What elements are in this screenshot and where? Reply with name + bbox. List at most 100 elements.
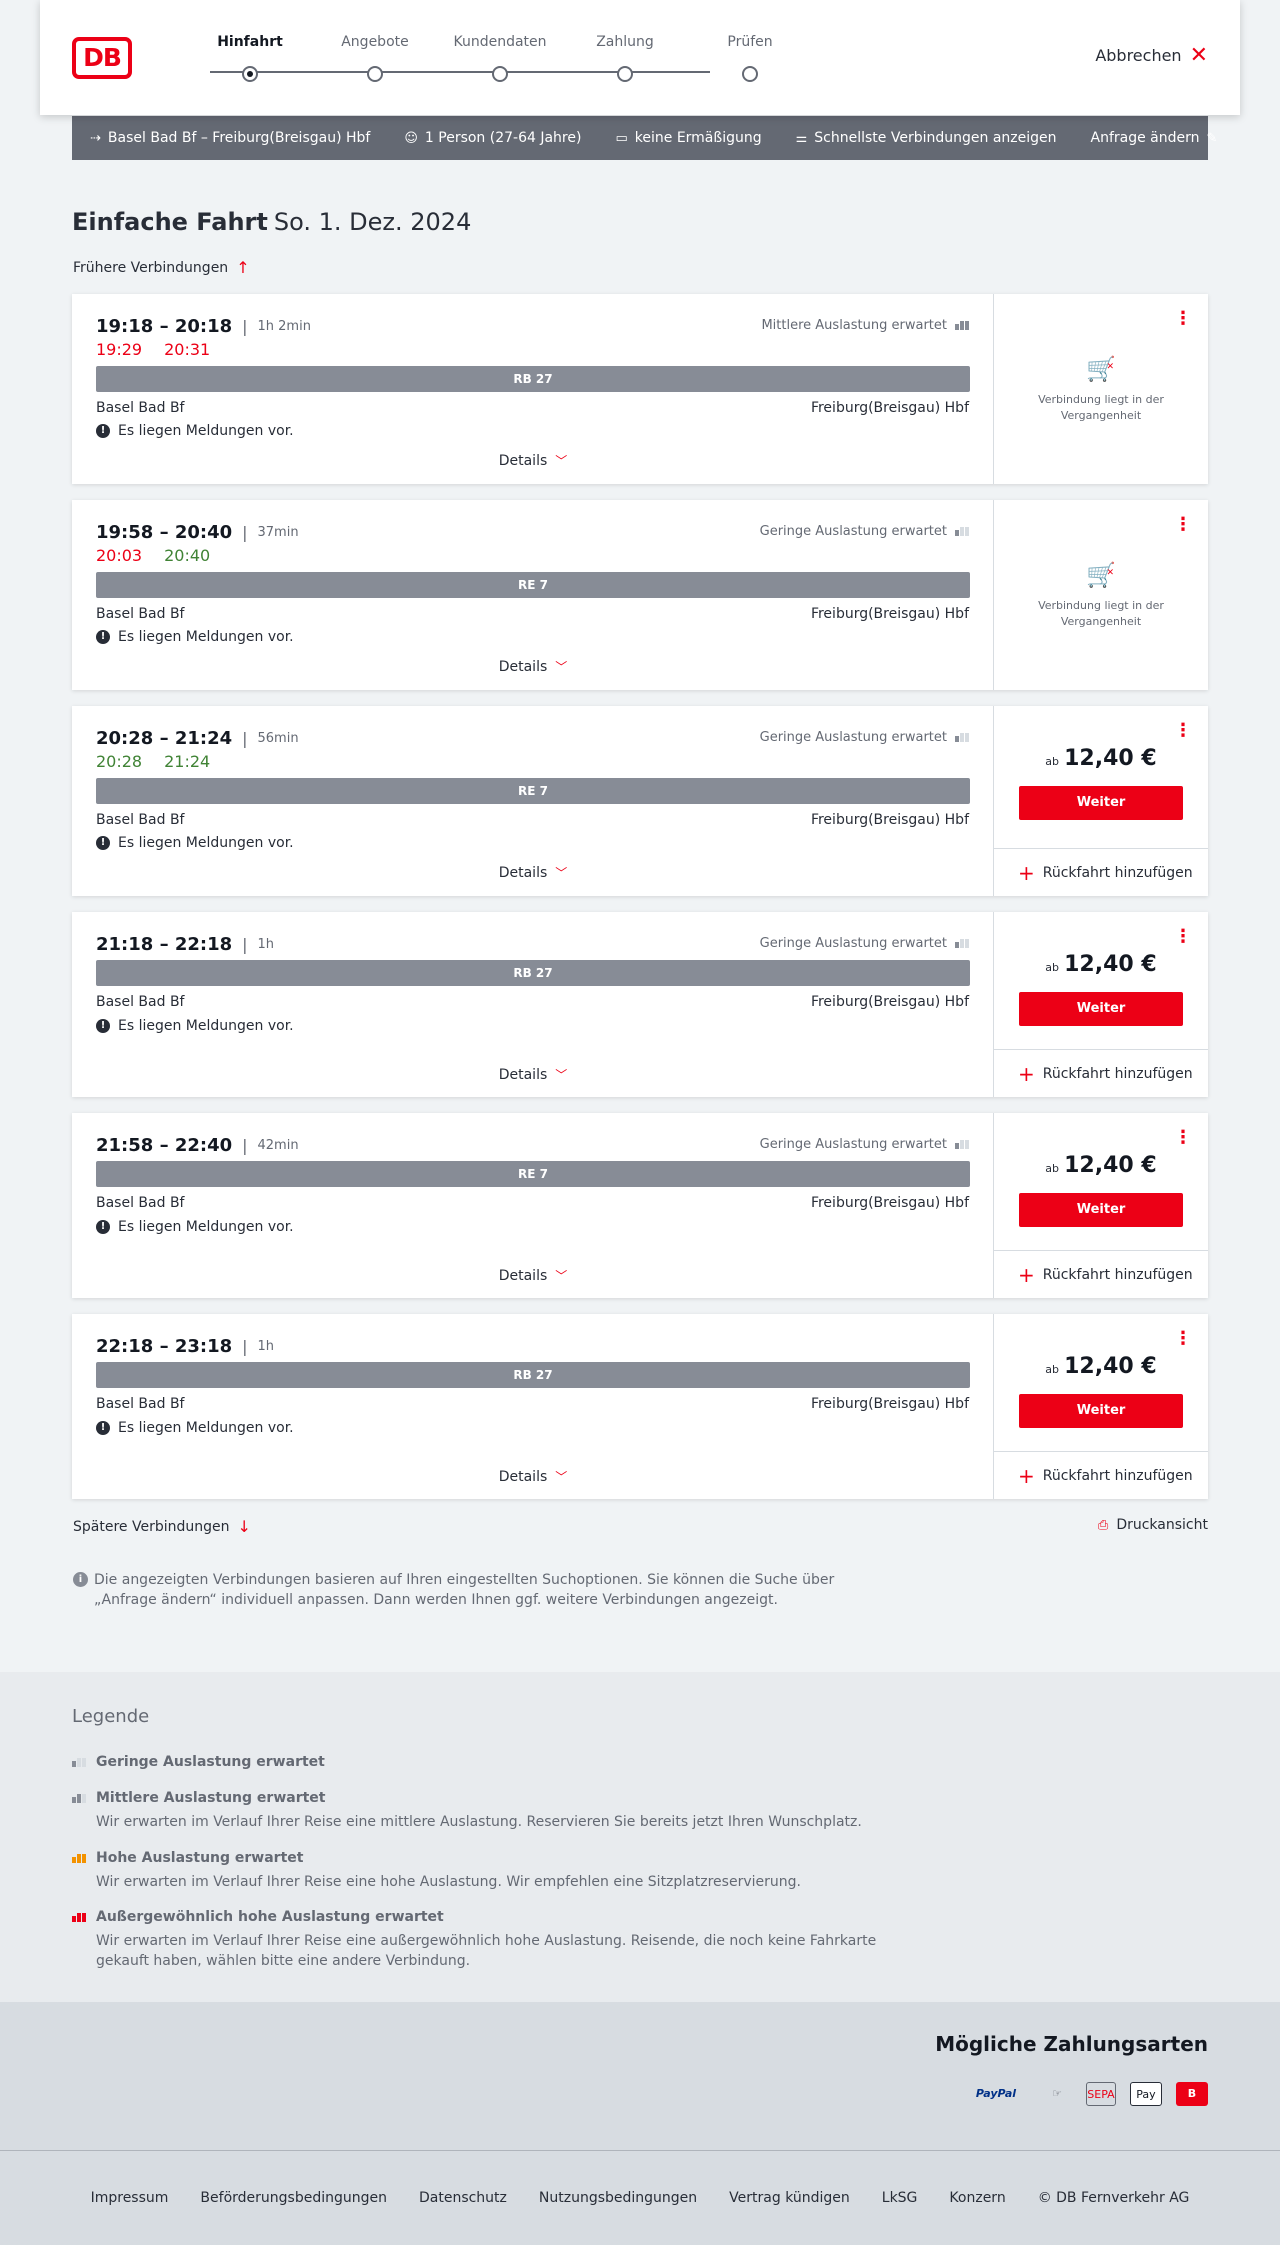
duration: 56min [257, 731, 299, 746]
message-notice: ! Es liegen Meldungen vor. [96, 1018, 294, 1034]
alert-icon: ! [96, 1421, 110, 1435]
footer-link-impressum[interactable]: Impressum [91, 2190, 169, 2206]
footer-link-vertrag-kuendigen[interactable]: Vertrag kündigen [729, 2190, 850, 2206]
load-indicator: Geringe Auslastung erwartet [760, 936, 969, 951]
connection-card: 19:58 – 20:40 | 37min 20:03 20:40 Geringe A… [72, 500, 1208, 690]
details-toggle[interactable]: Details ﹀ [72, 452, 994, 469]
page-title: Einfache Fahrt So. 1. Dez. 2024 [72, 208, 472, 236]
earlier-connections-link[interactable]: Frühere Verbindungen ↑ [73, 258, 250, 277]
step-angebote: Angebote [305, 34, 445, 82]
db-logo[interactable]: DB [72, 37, 132, 79]
footer-link-datenschutz[interactable]: Datenschutz [419, 2190, 507, 2206]
continue-button[interactable]: Weiter [1019, 786, 1183, 820]
step-dot-icon [617, 66, 633, 82]
details-toggle[interactable]: Details ﹀ [72, 864, 994, 881]
add-return-button[interactable]: + Rückfahrt hinzufügen [994, 1250, 1208, 1298]
details-toggle[interactable]: Details ﹀ [72, 658, 994, 675]
time-range: 19:58 – 20:40 [96, 522, 233, 543]
add-return-button[interactable]: + Rückfahrt hinzufügen [994, 1049, 1208, 1097]
more-options-icon[interactable]: ⋮ [1174, 1330, 1192, 1348]
footer-link-lksg[interactable]: LkSG [882, 2190, 918, 2206]
departure-station: Basel Bad Bf [96, 994, 185, 1010]
arrow-right-icon: ⇢ [90, 130, 101, 146]
add-return-button[interactable]: + Rückfahrt hinzufügen [994, 848, 1208, 896]
discount-summary[interactable]: ▭ keine Ermäßigung [615, 130, 761, 146]
arrow-up-icon: ↑ [236, 258, 250, 277]
travel-date: So. 1. Dez. 2024 [273, 208, 472, 236]
duration: 1h 2min [257, 319, 311, 334]
fastest-toggle[interactable]: ⚌ Schnellste Verbindungen anzeigen [796, 130, 1057, 146]
passenger-summary[interactable]: ☺ 1 Person (27-64 Jahre) [404, 130, 581, 146]
arrival-station: Freiburg(Breisgau) Hbf [810, 400, 969, 416]
arrival-station: Freiburg(Breisgau) Hbf [810, 1396, 969, 1412]
details-toggle[interactable]: Details ﹀ [72, 1468, 994, 1485]
departure-station: Basel Bad Bf [96, 400, 185, 416]
more-options-icon[interactable]: ⋮ [1174, 516, 1192, 534]
details-toggle[interactable]: Details ﹀ [72, 1066, 994, 1083]
footer-link-konzern[interactable]: Konzern [949, 2190, 1005, 2206]
footer-link-befoerderungsbedingungen[interactable]: Beförderungsbedingungen [200, 2190, 387, 2206]
alert-icon: ! [96, 836, 110, 850]
load-indicator: Geringe Auslastung erwartet [760, 730, 969, 745]
alert-icon: ! [96, 1019, 110, 1033]
search-summary-bar: ⇢ Basel Bad Bf – Freiburg(Breisgau) Hbf ☺… [72, 116, 1217, 160]
time-range: 21:58 – 22:40 [96, 1135, 233, 1156]
chevron-down-icon: ﹀ [555, 866, 568, 880]
more-options-icon[interactable]: ⋮ [1174, 722, 1192, 740]
chevron-down-icon: ﹀ [555, 1068, 568, 1082]
footer-link-nutzungsbedingungen[interactable]: Nutzungsbedingungen [539, 2190, 697, 2206]
later-connections-link[interactable]: Spätere Verbindungen ↓ [73, 1517, 251, 1536]
load-indicator: Geringe Auslastung erwartet [760, 1137, 969, 1152]
train-bar[interactable]: RE 7 [96, 572, 970, 598]
route-summary[interactable]: ⇢ Basel Bad Bf – Freiburg(Breisgau) Hbf [90, 130, 370, 146]
train-bar[interactable]: RB 27 [96, 366, 970, 392]
details-toggle[interactable]: Details ﹀ [72, 1267, 994, 1284]
time-range: 22:18 – 23:18 [96, 1336, 233, 1357]
legend-title: Legende [72, 1706, 150, 1727]
time-range: 21:18 – 22:18 [96, 934, 233, 955]
sliders-icon: ⚌ [795, 130, 808, 146]
step-hinfahrt[interactable]: Hinfahrt [180, 34, 320, 82]
edit-request-button[interactable]: Anfrage ändern ✎ [1091, 130, 1218, 146]
more-options-icon[interactable]: ⋮ [1174, 310, 1192, 328]
step-dot-icon [742, 66, 758, 82]
train-bar[interactable]: RE 7 [96, 778, 970, 804]
medium-load-icon [955, 321, 969, 330]
plus-icon: + [1018, 1463, 1035, 1488]
price: ab 12,40 € [1045, 746, 1157, 771]
legend-item: Hohe Auslastung erwartet Wir erwarten im… [72, 1850, 892, 1892]
duration: 1h [257, 1339, 275, 1354]
payment-title: Mögliche Zahlungsarten [935, 2032, 1208, 2056]
connection-card: 21:18 – 22:18 | 1h Geringe Auslastung erwa… [72, 912, 1208, 1097]
departure-station: Basel Bad Bf [96, 812, 185, 828]
apple-pay-icon: Pay [1130, 2082, 1162, 2106]
train-bar[interactable]: RB 27 [96, 1362, 970, 1388]
chevron-down-icon: ﹀ [555, 660, 568, 674]
low-load-icon [72, 1757, 90, 1767]
legend-item: Geringe Auslastung erwartet [72, 1754, 325, 1770]
realtime-times: 20:03 20:40 [96, 546, 211, 565]
print-view-link[interactable]: ⎙ Druckansicht [1098, 1517, 1208, 1533]
past-connection-notice: 🛒Verbindung liegt in der Vergangenheit [994, 560, 1208, 630]
connection-card: 21:58 – 22:40 | 42min Geringe Auslastung e… [72, 1113, 1208, 1298]
continue-button[interactable]: Weiter [1019, 992, 1183, 1026]
legend-item: Außergewöhnlich hohe Auslastung erwartet… [72, 1909, 892, 1971]
step-dot-icon [242, 66, 258, 82]
legend-section: Legende Geringe Auslastung erwartet Mitt… [0, 1672, 1280, 2002]
bahncard-icon: B [1176, 2082, 1208, 2106]
step-dot-icon [492, 66, 508, 82]
cancel-button[interactable]: Abbrechen ✕ [1095, 44, 1208, 66]
paypal-icon: PayPal [975, 2087, 1017, 2100]
cart-unavailable-icon: 🛒 [1086, 560, 1116, 588]
progress-header: DB Hinfahrt Angebote Kundendaten Zahlung… [40, 0, 1240, 115]
load-indicator: Mittlere Auslastung erwartet [761, 318, 969, 333]
more-options-icon[interactable]: ⋮ [1174, 928, 1192, 946]
train-bar[interactable]: RE 7 [96, 1161, 970, 1187]
plus-icon: + [1018, 1061, 1035, 1086]
continue-button[interactable]: Weiter [1019, 1394, 1183, 1428]
train-bar[interactable]: RB 27 [96, 960, 970, 986]
continue-button[interactable]: Weiter [1019, 1193, 1183, 1227]
more-options-icon[interactable]: ⋮ [1174, 1129, 1192, 1147]
search-info-note: i Die angezeigten Verbindungen basieren a… [73, 1570, 853, 1610]
add-return-button[interactable]: + Rückfahrt hinzufügen [994, 1451, 1208, 1499]
